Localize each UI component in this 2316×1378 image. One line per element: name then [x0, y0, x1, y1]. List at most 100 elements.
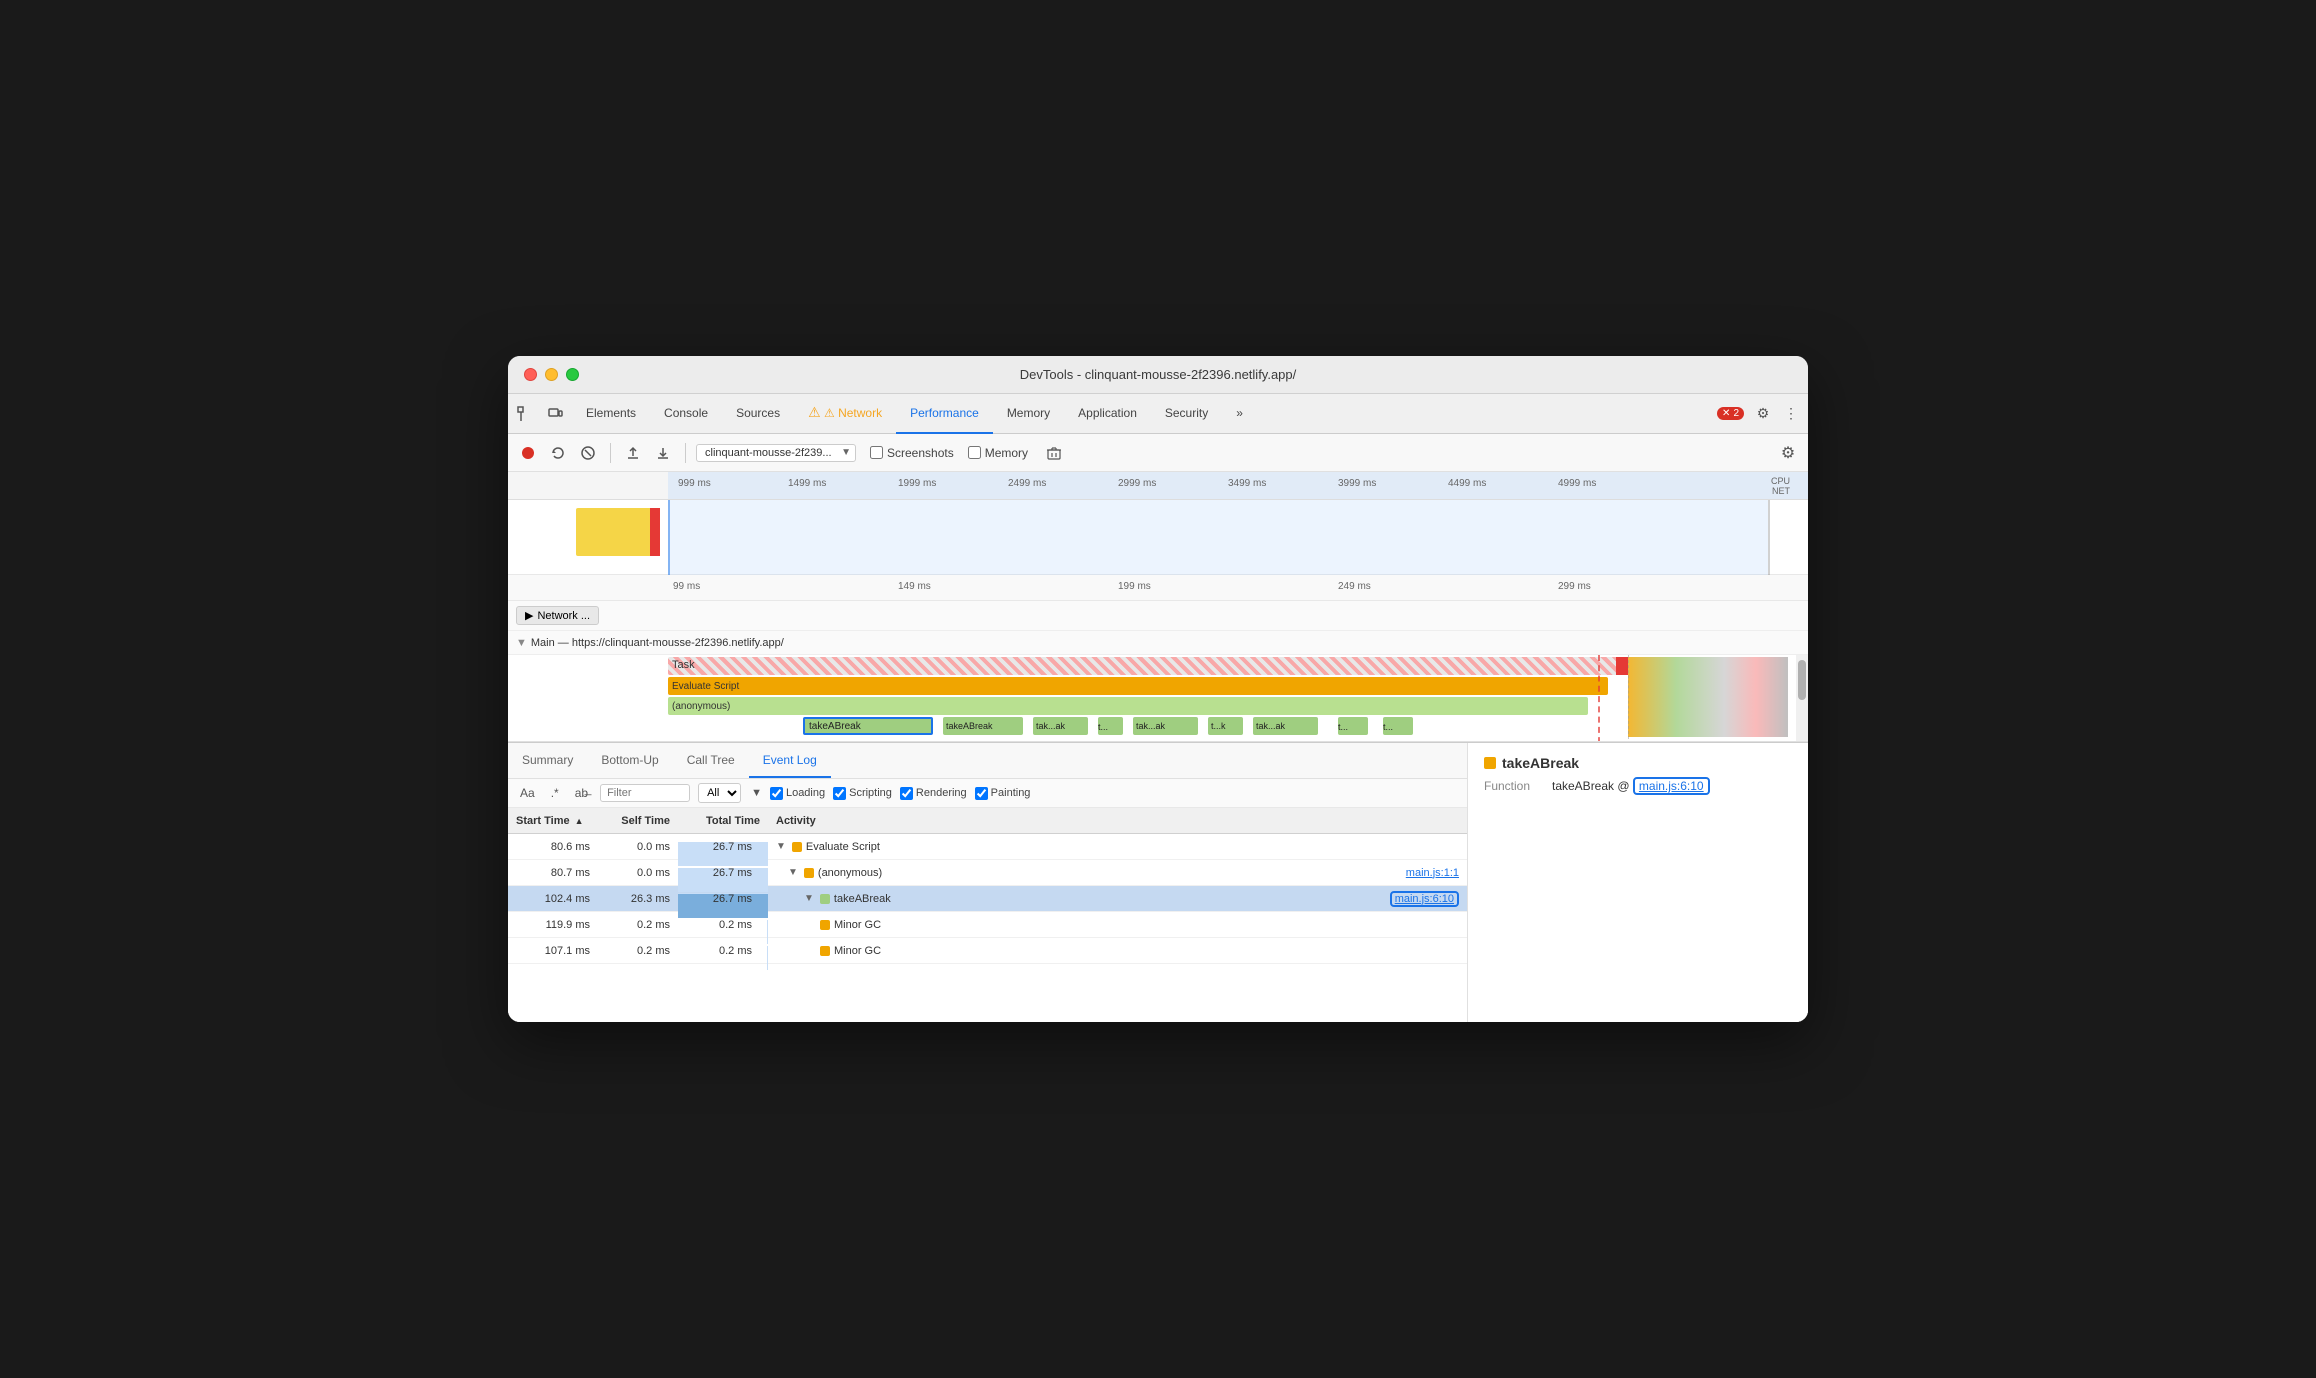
more-options-icon[interactable]: ⋮ [1782, 405, 1800, 423]
takeabreak-label-9: t... [1383, 722, 1393, 732]
takeabreak-bar-7[interactable]: tak...ak [1253, 717, 1318, 735]
clear-button[interactable] [576, 441, 600, 465]
tab-security[interactable]: Security [1151, 394, 1222, 434]
tab-sources[interactable]: Sources [722, 394, 794, 434]
upload-button[interactable] [621, 441, 645, 465]
table-row[interactable]: 80.7 ms 0.0 ms 26.7 ms ▼ (anonymous) mai… [508, 860, 1467, 886]
memory-checkbox-input[interactable] [968, 446, 981, 459]
tab-network[interactable]: ⚠ ⚠ Network [794, 394, 896, 434]
minimize-button[interactable] [545, 368, 558, 381]
takeabreak-label-2: takeABreak [946, 721, 993, 731]
evaluate-script-label: Evaluate Script [672, 681, 739, 692]
activity-link-circled-2[interactable]: main.js:6:10 [1390, 891, 1459, 907]
evaluate-script-bar[interactable]: Evaluate Script [668, 677, 1608, 695]
toolbar-checkboxes: Screenshots Memory [870, 441, 1066, 465]
painting-checkbox[interactable]: Painting [975, 787, 1031, 800]
takeabreak-bar-4[interactable]: t... [1098, 717, 1123, 735]
tree-arrow-1[interactable]: ▼ [788, 867, 798, 878]
activity-icon-2 [820, 894, 830, 904]
tab-summary[interactable]: Summary [508, 744, 587, 778]
painting-checkbox-input[interactable] [975, 787, 988, 800]
memory-checkbox[interactable]: Memory [968, 446, 1028, 460]
devtools-window: DevTools - clinquant-mousse-2f2396.netli… [508, 356, 1808, 1022]
regex-btn[interactable]: .* [547, 784, 563, 802]
screenshots-checkbox[interactable]: Screenshots [870, 446, 954, 460]
download-button[interactable] [651, 441, 675, 465]
tab-bottom-up[interactable]: Bottom-Up [587, 744, 672, 778]
tree-arrow-2[interactable]: ▼ [804, 893, 814, 904]
reload-button[interactable] [546, 441, 570, 465]
takeabreak-label-7: tak...ak [1256, 721, 1285, 731]
rendering-checkbox-input[interactable] [900, 787, 913, 800]
device-icon[interactable] [546, 405, 564, 423]
total-text-3: 0.2 ms [719, 919, 760, 931]
whole-word-btn[interactable]: ab̶ [571, 784, 592, 802]
error-badge[interactable]: ✕ 2 [1717, 407, 1744, 420]
net-label: NET [1772, 486, 1790, 496]
tab-console[interactable]: Console [650, 394, 722, 434]
bottom-panel: Summary Bottom-Up Call Tree Event Log Aa… [508, 742, 1808, 1022]
close-button[interactable] [524, 368, 537, 381]
scripting-checkbox-input[interactable] [833, 787, 846, 800]
takeabreak-bar-2[interactable]: takeABreak [943, 717, 1023, 735]
takeabreak-bar-6[interactable]: t...k [1208, 717, 1243, 735]
timeline-scrollbar-thumb[interactable] [1798, 660, 1806, 700]
tree-arrow-0[interactable]: ▼ [776, 841, 786, 852]
activity-link-1[interactable]: main.js:1:1 [1406, 867, 1459, 879]
performance-toolbar: clinquant-mousse-2f239... ▼ Screenshots … [508, 434, 1808, 472]
tab-memory[interactable]: Memory [993, 394, 1064, 434]
timeline-mini-chart [508, 500, 1808, 575]
capture-settings-icon[interactable]: ⚙ [1776, 441, 1800, 465]
detail-function-row: Function takeABreak @ main.js:6:10 [1484, 779, 1792, 793]
col-start-time[interactable]: Start Time ▲ [508, 815, 598, 827]
tab-elements[interactable]: Elements [572, 394, 650, 434]
table-row-selected[interactable]: 102.4 ms 26.3 ms 26.7 ms ▼ takeABreak ma… [508, 886, 1467, 912]
col-self-time[interactable]: Self Time [598, 815, 678, 827]
table-row[interactable]: 107.1 ms 0.2 ms 0.2 ms Minor GC [508, 938, 1467, 964]
filter-input[interactable] [600, 784, 690, 802]
inspect-icon[interactable] [516, 405, 534, 423]
timeline-ruler-bottom: 99 ms 149 ms 199 ms 249 ms 299 ms [508, 575, 1808, 601]
category-select[interactable]: All [698, 783, 741, 803]
detail-title: takeABreak [1484, 755, 1792, 771]
table-row[interactable]: 80.6 ms 0.0 ms 26.7 ms ▼ Evaluate Script [508, 834, 1467, 860]
main-collapse-icon[interactable]: ▼ [516, 637, 527, 649]
tab-application[interactable]: Application [1064, 394, 1151, 434]
selection-line-right [1768, 500, 1770, 575]
settings-icon[interactable]: ⚙ [1754, 405, 1772, 423]
network-expand-button[interactable]: ▶ Network ... [516, 606, 599, 625]
table-row[interactable]: 119.9 ms 0.2 ms 0.2 ms Minor GC [508, 912, 1467, 938]
ruler-label-4999: 4999 ms [1558, 478, 1596, 489]
tab-performance[interactable]: Performance [896, 394, 993, 434]
activity-icon-0 [792, 842, 802, 852]
takeabreak-bar-8[interactable]: t... [1338, 717, 1368, 735]
collect-garbage-icon[interactable] [1042, 441, 1066, 465]
maximize-button[interactable] [566, 368, 579, 381]
window-title: DevTools - clinquant-mousse-2f2396.netli… [1020, 367, 1297, 382]
takeabreak-bar-5[interactable]: tak...ak [1133, 717, 1198, 735]
loading-checkbox-input[interactable] [770, 787, 783, 800]
network-section-row: ▶ Network ... [508, 601, 1808, 631]
anonymous-bar[interactable]: (anonymous) [668, 697, 1588, 715]
col-total-time[interactable]: Total Time [678, 815, 768, 827]
takeabreak-bar-9[interactable]: t... [1383, 717, 1413, 735]
event-log-panel: Summary Bottom-Up Call Tree Event Log Aa… [508, 743, 1468, 1022]
activity-icon-3 [820, 920, 830, 930]
takeabreak-selected-bar[interactable]: takeABreak [803, 717, 933, 735]
col-activity[interactable]: Activity [768, 815, 1467, 827]
tab-more[interactable]: » [1222, 394, 1257, 434]
case-sensitive-btn[interactable]: Aa [516, 784, 539, 802]
screenshots-checkbox-input[interactable] [870, 446, 883, 459]
scripting-checkbox[interactable]: Scripting [833, 787, 892, 800]
url-dropdown[interactable]: clinquant-mousse-2f239... ▼ [696, 444, 856, 462]
ruler2-label-249: 249 ms [1338, 581, 1371, 592]
tab-event-log[interactable]: Event Log [749, 744, 831, 778]
takeabreak-bar-3[interactable]: tak...ak [1033, 717, 1088, 735]
tab-call-tree[interactable]: Call Tree [673, 744, 749, 778]
detail-function-link[interactable]: main.js:6:10 [1633, 777, 1710, 795]
task-bar[interactable] [668, 657, 1628, 675]
cell-total-0: 26.7 ms [678, 841, 768, 853]
rendering-checkbox[interactable]: Rendering [900, 787, 967, 800]
loading-checkbox[interactable]: Loading [770, 787, 825, 800]
record-button[interactable] [516, 441, 540, 465]
